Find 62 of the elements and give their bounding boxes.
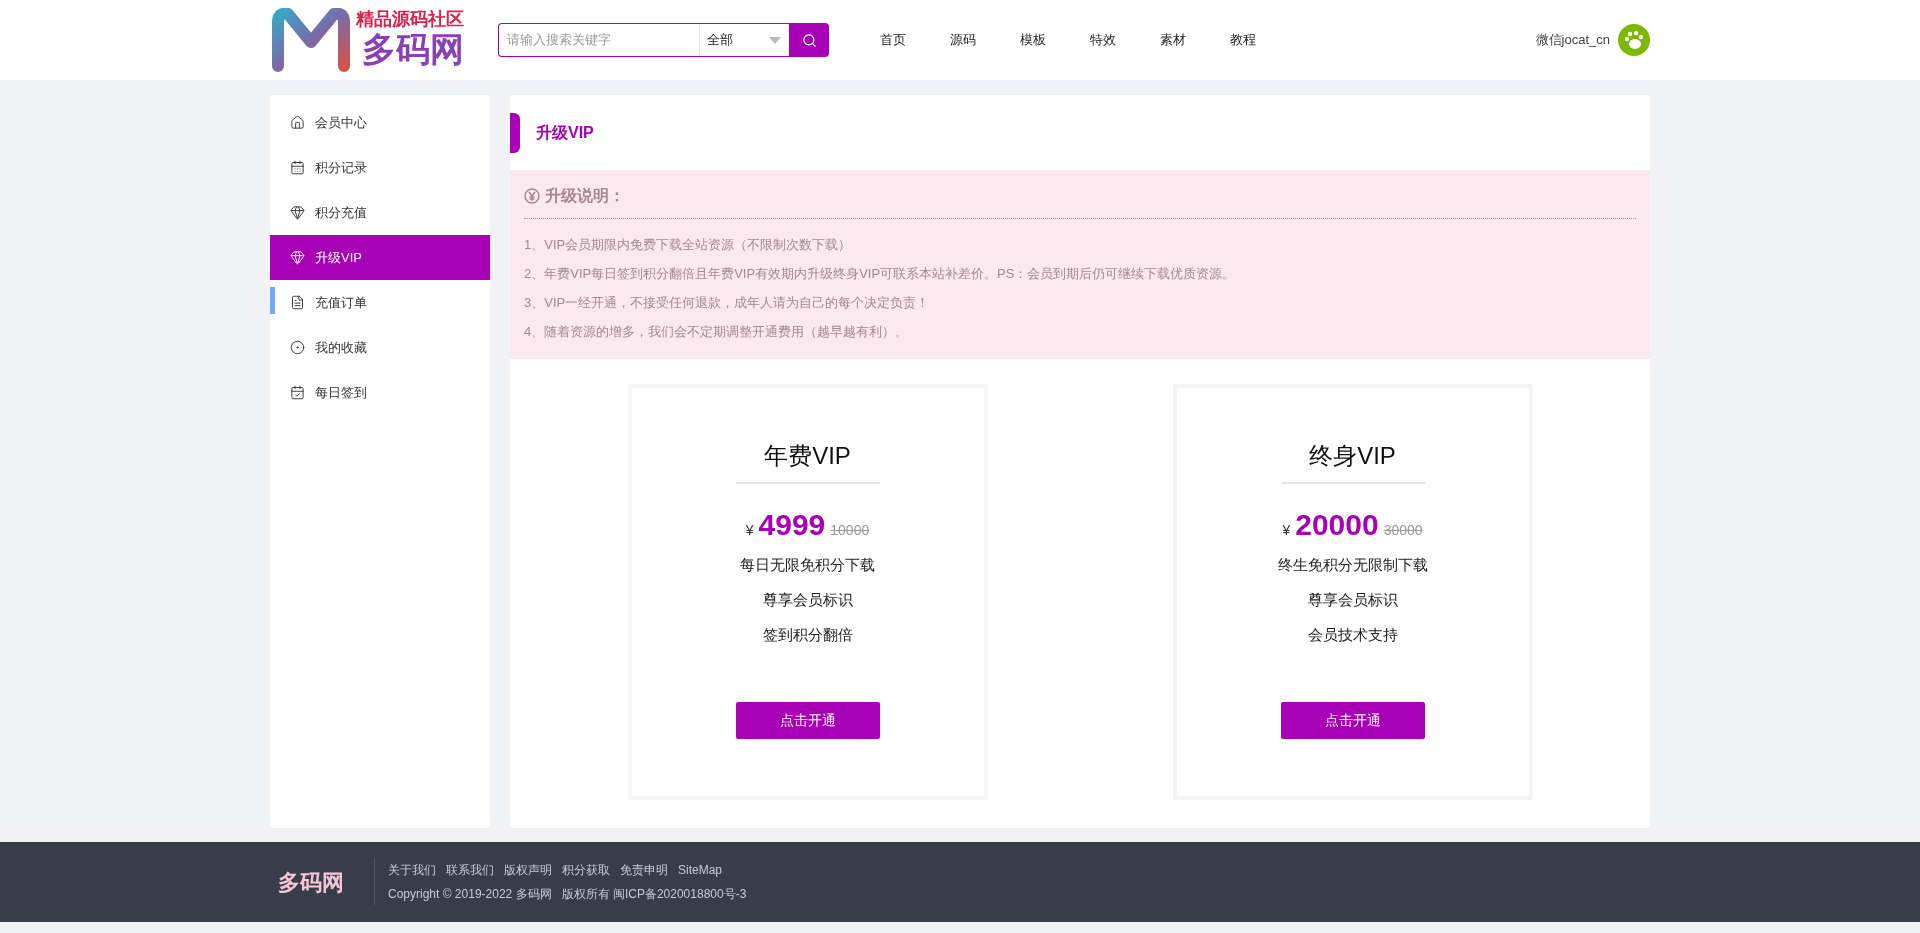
original-price: 30000	[1383, 521, 1423, 540]
footer-link[interactable]: SiteMap	[678, 861, 723, 879]
plan-feature: 会员技术支持	[1307, 625, 1398, 645]
copyright-text: Copyright © 2019-2022 多码网 版权所有 闽ICP备2020018800号-3	[388, 886, 747, 903]
original-price: 10000	[830, 521, 870, 540]
plan-name: 终身VIP	[1280, 438, 1425, 484]
nav-link[interactable]: 教程	[1229, 30, 1257, 50]
subscribe-button[interactable]: 点击开通	[1280, 702, 1425, 739]
plan-feature: 终生免积分无限制下载	[1277, 555, 1428, 575]
footer-link[interactable]: 积分获取	[562, 861, 610, 879]
logo-text: 多码网	[362, 28, 464, 70]
footer-link[interactable]: 版权声明	[504, 861, 552, 879]
avatar-paw-icon[interactable]	[1618, 24, 1650, 56]
plan-feature: 每日无限免积分下载	[740, 555, 875, 575]
nav-link[interactable]: 模板	[1019, 30, 1047, 50]
search-icon	[801, 32, 817, 48]
notice-item: 2、年费VIP每日签到积分翻倍且年费VIP有效期内升级终身VIP可联系本站补差价。PS：会员到期后仍可继续下载优质资源。	[524, 265, 1237, 283]
sidebar-item[interactable]: 我的收藏	[270, 325, 490, 370]
notice-heading: 升级说明：	[545, 186, 625, 206]
nav-link[interactable]: 首页	[879, 30, 907, 50]
subscribe-button[interactable]: 点击开通	[735, 702, 880, 739]
sidebar-item[interactable]: 每日签到	[270, 370, 490, 415]
notice-item: 4、随着资源的增多，我们会不定期调整开通费用（越早越有利）。	[524, 323, 910, 341]
diamond-icon	[290, 205, 305, 220]
notice-item: 1、VIP会员期限内免费下载全站资源（不限制次数下载）	[524, 236, 853, 254]
sidebar-item[interactable]: 积分充值	[270, 190, 490, 235]
currency-symbol: ¥	[1282, 521, 1291, 540]
logo-tagline: 精品源码社区	[356, 9, 464, 28]
sidebar-item[interactable]: 会员中心	[270, 100, 490, 145]
nav-link[interactable]: 素材	[1159, 30, 1187, 50]
notice-item: 3、VIP一经开通，不接受任何退款，成年人请为自己的每个决定负责！	[524, 294, 931, 312]
circle-dot-icon	[290, 340, 305, 355]
calendar-check-icon	[290, 385, 305, 400]
category-dropdown[interactable]: 全部	[699, 23, 789, 57]
plan-name: 年费VIP	[735, 438, 880, 484]
search-button[interactable]	[789, 23, 829, 57]
title-accent	[510, 112, 520, 153]
footer-logo: 多码网	[277, 868, 345, 897]
footer-link[interactable]: 免责申明	[620, 861, 668, 879]
footer-link[interactable]: 关于我们	[388, 861, 436, 879]
plan-feature: 尊享会员标识	[1307, 590, 1398, 610]
caret-icon	[769, 36, 781, 44]
footer-link[interactable]: 联系我们	[446, 861, 494, 879]
yen-circle-icon	[524, 188, 540, 204]
sidebar-item[interactable]: 升级VIP	[270, 235, 490, 280]
username[interactable]: 微信jocat_cn	[1535, 30, 1610, 50]
nav-link[interactable]: 源码	[949, 30, 977, 50]
search-field[interactable]: 请输入搜索关键字	[498, 23, 699, 57]
home-icon	[290, 115, 305, 130]
document-icon	[290, 295, 305, 310]
plan-price: 4999	[758, 507, 826, 543]
page-title: 升级VIP	[536, 122, 594, 143]
sidebar-item[interactable]: 充值订单	[270, 280, 490, 325]
nav-link[interactable]: 特效	[1089, 30, 1117, 50]
diamond-icon	[290, 250, 305, 265]
plan-price: 20000	[1295, 507, 1379, 543]
currency-symbol: ¥	[745, 521, 754, 540]
plan-feature: 签到积分翻倍	[762, 625, 853, 645]
logo-icon	[270, 8, 352, 72]
sidebar-item[interactable]: 积分记录	[270, 145, 490, 190]
plan-feature: 尊享会员标识	[762, 590, 853, 610]
calendar-icon	[290, 160, 305, 175]
